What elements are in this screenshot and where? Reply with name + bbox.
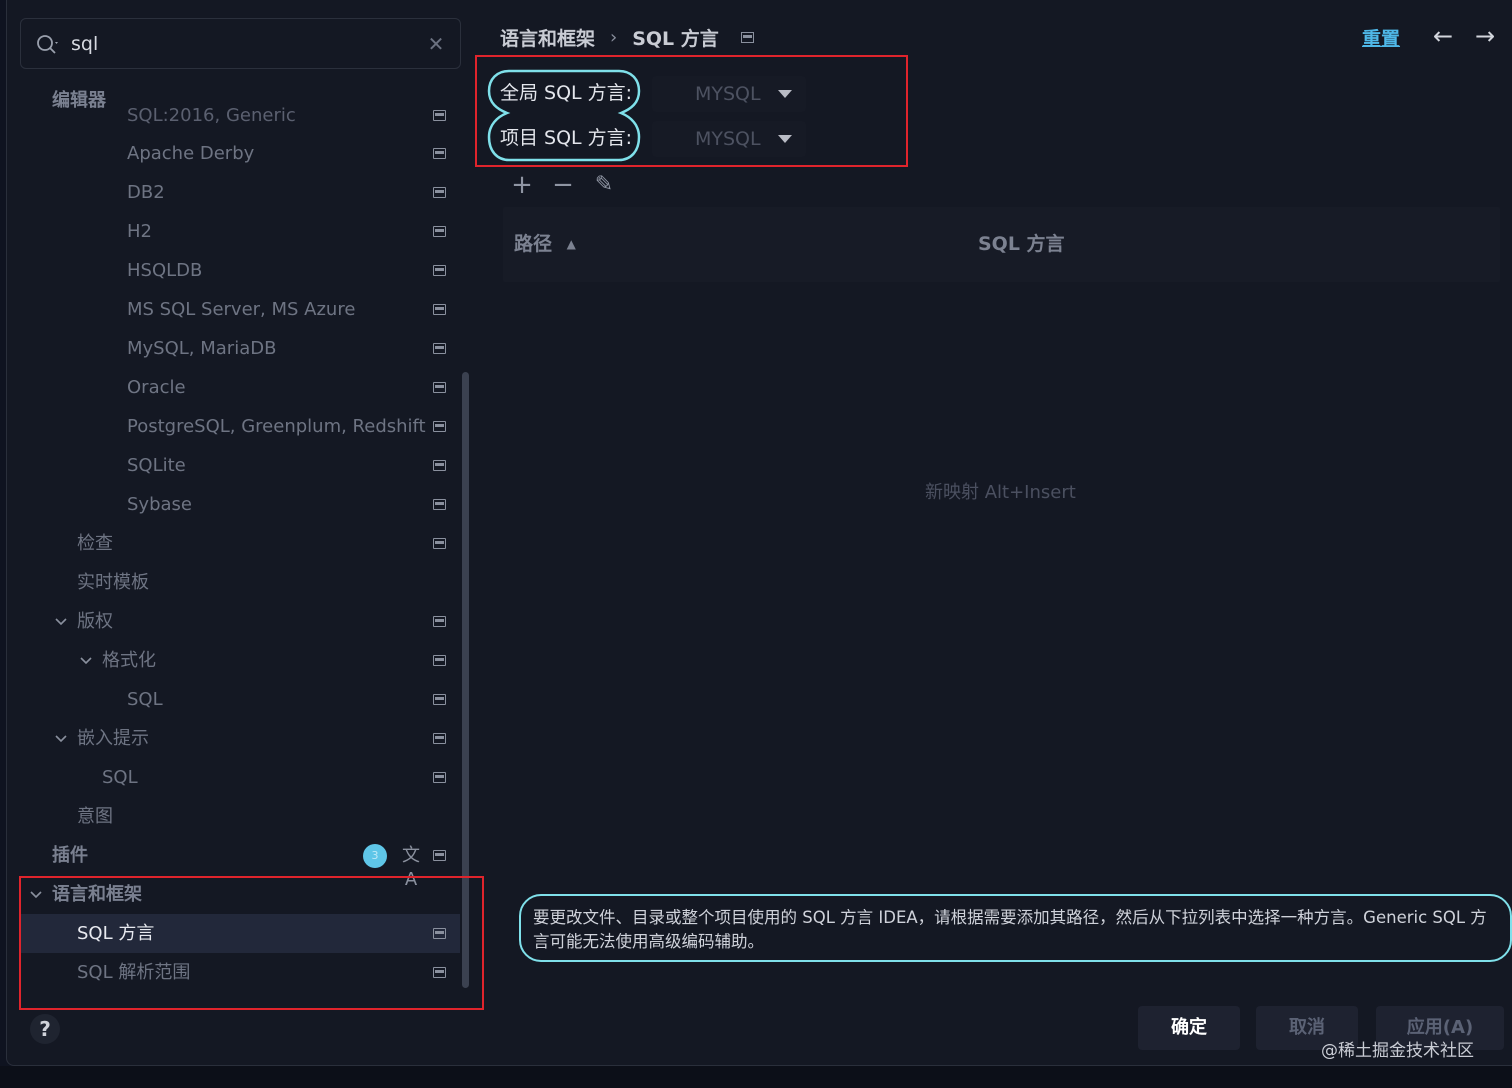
sidebar-item-label: Oracle bbox=[127, 377, 186, 398]
project-scope-icon bbox=[433, 460, 446, 471]
sidebar-item-label: MySQL, MariaDB bbox=[127, 338, 277, 359]
sidebar-item-inspections[interactable]: 检查 bbox=[20, 524, 460, 563]
sidebar-item-label: MS SQL Server, MS Azure bbox=[127, 299, 356, 320]
project-scope-icon bbox=[433, 110, 446, 121]
sidebar-item-copyright[interactable]: 版权 bbox=[20, 602, 460, 641]
sidebar-item-label: 格式化 bbox=[102, 650, 156, 671]
sidebar-item-label: SQL bbox=[127, 689, 163, 710]
sidebar-item-label: Sybase bbox=[127, 494, 192, 515]
project-scope-icon bbox=[433, 772, 446, 783]
project-scope-icon bbox=[433, 850, 446, 861]
sidebar-item-oracle[interactable]: Oracle bbox=[20, 368, 460, 407]
sidebar-item-label: SQL bbox=[102, 767, 138, 788]
back-arrow-icon[interactable]: ← bbox=[1429, 22, 1457, 50]
sidebar-item-label: HSQLDB bbox=[127, 260, 203, 281]
remove-mapping-button[interactable]: − bbox=[549, 170, 577, 200]
search-icon bbox=[37, 35, 58, 54]
sort-ascending-icon: ▲ bbox=[566, 237, 576, 251]
project-scope-icon bbox=[433, 265, 446, 276]
plugin-updates-badge: 3 bbox=[363, 844, 387, 868]
project-scope-icon bbox=[433, 226, 446, 237]
translate-icon: 文A bbox=[402, 845, 420, 890]
sidebar-item-apache-derby[interactable]: Apache Derby bbox=[20, 134, 460, 173]
ok-button[interactable]: 确定 bbox=[1138, 1006, 1240, 1050]
sidebar-item-h2[interactable]: H2 bbox=[20, 212, 460, 251]
project-scope-icon bbox=[433, 382, 446, 393]
annotation-cyan-outline bbox=[487, 69, 641, 162]
clear-search-icon[interactable]: ✕ bbox=[425, 32, 447, 56]
project-scope-icon bbox=[433, 733, 446, 744]
sidebar-item-live-templates[interactable]: 实时模板 bbox=[20, 563, 460, 602]
sidebar-item-plugins[interactable]: 插件 3 文A bbox=[20, 836, 460, 890]
sidebar-section-editor[interactable]: 编辑器 bbox=[52, 88, 126, 114]
project-scope-icon bbox=[433, 187, 446, 198]
sidebar-item-label: 意图 bbox=[77, 806, 113, 827]
project-scope-icon bbox=[433, 421, 446, 432]
help-button[interactable]: ? bbox=[30, 1014, 60, 1044]
sidebar-item-label: H2 bbox=[127, 221, 152, 242]
project-scope-icon bbox=[433, 616, 446, 627]
sidebar-item-mssql[interactable]: MS SQL Server, MS Azure bbox=[20, 290, 460, 329]
breadcrumb-parent[interactable]: 语言和框架 bbox=[500, 24, 595, 51]
sidebar-item-hsqldb[interactable]: HSQLDB bbox=[20, 251, 460, 290]
chevron-down-icon[interactable] bbox=[78, 653, 94, 669]
sidebar-item-label: 插件 bbox=[52, 845, 88, 866]
mapping-table-header: 路径 ▲ SQL 方言 bbox=[503, 207, 1500, 282]
sidebar-item-label: DB2 bbox=[127, 182, 165, 203]
project-scope-icon bbox=[433, 499, 446, 510]
column-sql-dialect[interactable]: SQL 方言 bbox=[978, 207, 1065, 282]
breadcrumb-separator: › bbox=[610, 26, 618, 48]
chevron-down-icon[interactable] bbox=[53, 614, 69, 630]
sidebar-item-mysql[interactable]: MySQL, MariaDB bbox=[20, 329, 460, 368]
sidebar-item-label: PostgreSQL, Greenplum, Redshift bbox=[127, 416, 426, 437]
project-scope-icon bbox=[433, 655, 446, 666]
project-scope-icon bbox=[433, 694, 446, 705]
project-scope-icon bbox=[740, 31, 754, 43]
sidebar-item-label: 检查 bbox=[77, 533, 113, 554]
column-path-label: 路径 bbox=[514, 233, 553, 255]
sidebar-item-postgresql[interactable]: PostgreSQL, Greenplum, Redshift bbox=[20, 407, 460, 446]
sidebar-item-label: 实时模板 bbox=[77, 572, 149, 593]
reset-link[interactable]: 重置 bbox=[1362, 24, 1400, 51]
annotation-red-box-sidebar bbox=[19, 876, 484, 1010]
sidebar-item-label: SQLite bbox=[127, 455, 186, 476]
empty-table-hint: 新映射 Alt+Insert bbox=[925, 482, 1076, 503]
help-description: 要更改文件、目录或整个项目使用的 SQL 方言 IDEA，请根据需要添加其路径，… bbox=[519, 894, 1512, 962]
sidebar-item-formatting-sql[interactable]: SQL bbox=[20, 680, 460, 719]
sidebar-item-label: 嵌入提示 bbox=[77, 728, 149, 749]
sidebar-item-db2[interactable]: DB2 bbox=[20, 173, 460, 212]
project-scope-icon bbox=[433, 304, 446, 315]
sidebar-item-inlay-hints[interactable]: 嵌入提示 bbox=[20, 719, 460, 758]
project-scope-icon bbox=[433, 343, 446, 354]
chevron-down-icon[interactable] bbox=[53, 731, 69, 747]
breadcrumb: 语言和框架 › SQL 方言 bbox=[500, 22, 754, 52]
project-scope-icon bbox=[433, 148, 446, 159]
sidebar-item-label: 版权 bbox=[77, 611, 113, 632]
add-mapping-button[interactable]: + bbox=[508, 170, 536, 200]
page-title: SQL 方言 bbox=[632, 27, 719, 50]
watermark: @稀土掘金技术社区 bbox=[1321, 1041, 1474, 1061]
sidebar-item-sqlite[interactable]: SQLite bbox=[20, 446, 460, 485]
search-input[interactable] bbox=[69, 29, 409, 59]
column-path[interactable]: 路径 ▲ bbox=[514, 207, 576, 282]
sidebar-item-sybase[interactable]: Sybase bbox=[20, 485, 460, 524]
sidebar-item-label: Apache Derby bbox=[127, 143, 255, 164]
sidebar-item-label: SQL:2016, Generic bbox=[127, 105, 296, 126]
forward-arrow-icon[interactable]: → bbox=[1471, 22, 1499, 50]
sidebar-item-inlay-hints-sql[interactable]: SQL bbox=[20, 758, 460, 797]
project-scope-icon bbox=[433, 538, 446, 549]
edit-mapping-button[interactable]: ✎ bbox=[590, 170, 618, 200]
settings-search-box[interactable]: ✕ bbox=[20, 18, 461, 69]
sidebar-item-intentions[interactable]: 意图 bbox=[20, 797, 460, 836]
sidebar-item-formatting[interactable]: 格式化 bbox=[20, 641, 460, 680]
